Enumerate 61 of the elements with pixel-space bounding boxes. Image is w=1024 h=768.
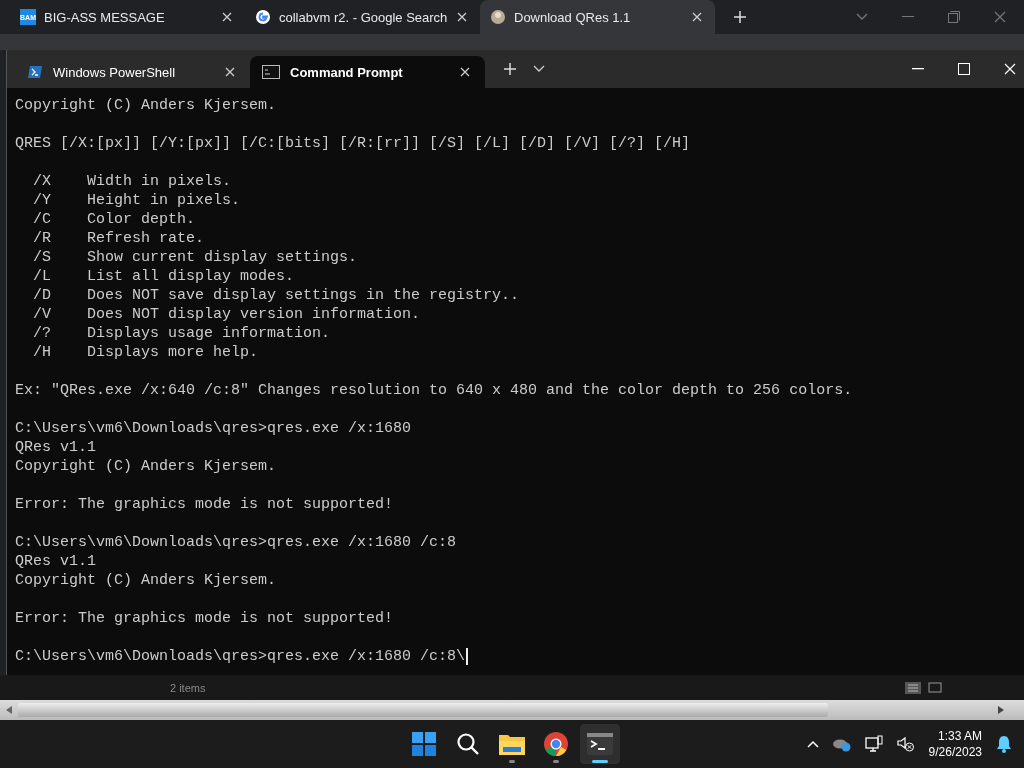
avatar-icon (490, 9, 506, 25)
terminal-line: /H Displays more help. (32, 343, 260, 362)
maximize-icon[interactable] (958, 63, 970, 75)
terminal-tab[interactable]: Command Prompt (250, 56, 485, 88)
tab-close-icon[interactable] (224, 66, 236, 78)
terminal-line: /L List all display modes. (32, 267, 296, 286)
clock-time[interactable]: 1:33 AM (937, 728, 982, 744)
details-view-icon[interactable] (905, 681, 922, 694)
terminal-line: /D Does NOT save display settings in the registry.. (32, 286, 521, 305)
terminal-line: /V Does NOT display version information. (32, 305, 422, 324)
terminal-line: QRes v1.1 (15, 552, 97, 571)
scrollbar-thumb[interactable] (18, 703, 828, 717)
dropdown-icon[interactable] (533, 65, 545, 73)
command-input[interactable]: C:\Users\vm6\Downloads\qres>qres.exe /x:1680 /c:8\ (15, 647, 466, 666)
terminal-tab[interactable]: Windows PowerShell (15, 56, 250, 88)
browser-tab[interactable]: collabvm r2. - Google Search (245, 0, 480, 34)
status-text: 2 items (170, 681, 206, 694)
terminal-line: Copyright (C) Anders Kjersem. (15, 571, 278, 590)
chrome-icon[interactable] (544, 732, 568, 756)
terminal-line: /C Color depth. (32, 210, 197, 229)
scroll-left-icon[interactable] (6, 706, 12, 714)
terminal-line: C:\Users\vm6\Downloads\qres>qres.exe /x:1680 /c:8 (15, 533, 458, 552)
network-icon[interactable] (864, 735, 883, 753)
command-prompt-icon (262, 65, 280, 79)
google-icon (255, 9, 271, 25)
terminal-icon[interactable] (587, 733, 613, 755)
new-tab-icon[interactable] (733, 10, 747, 24)
minimize-icon[interactable] (912, 68, 924, 70)
terminal-line: C:\Users\vm6\Downloads\qres>qres.exe /x:1680 (15, 419, 413, 438)
tab-search-icon[interactable] (856, 13, 868, 21)
new-tab-icon[interactable] (503, 62, 517, 76)
tab-close-icon[interactable] (459, 66, 471, 78)
chevron-up-icon[interactable] (806, 740, 819, 748)
tiles-view-icon[interactable] (927, 681, 944, 694)
volume-muted-icon[interactable] (896, 736, 915, 752)
clock-date[interactable]: 9/26/2023 (928, 744, 982, 760)
terminal-line: Ex: "QRes.exe /x:640 /c:8" Changes resolution to 640 x 480 and the color depth to 256 colors. (15, 381, 854, 400)
restore-icon[interactable] (948, 11, 960, 23)
browser-tab[interactable]: Download QRes 1.1 (480, 0, 715, 34)
terminal-line: QRES [/X:[px]] [/Y:[px]] [/C:[bits] [/R:[rr]] [/S] [/L] [/D] [/V] [/?] [/H] (15, 134, 692, 153)
powershell-icon (27, 65, 43, 79)
terminal-line: /S Show current display settings. (32, 248, 359, 267)
minimize-icon[interactable] (902, 16, 914, 18)
terminal-line: QRes v1.1 (15, 438, 97, 457)
start-icon[interactable] (412, 732, 436, 756)
text-cursor (466, 648, 469, 665)
tab-close-icon[interactable] (691, 11, 703, 23)
terminal-line: Error: The graphics mode is not supported! (15, 495, 395, 514)
tab-close-icon[interactable] (456, 11, 468, 23)
tab-close-icon[interactable] (221, 11, 233, 23)
folder-icon[interactable] (499, 733, 525, 755)
terminal-line: /X Width in pixels. (32, 172, 233, 191)
terminal-line: Error: The graphics mode is not supported! (15, 609, 395, 628)
terminal-line: /? Displays usage information. (32, 324, 332, 343)
terminal-line: /Y Height in pixels. (32, 191, 242, 210)
bell-icon[interactable] (996, 735, 1012, 753)
scroll-right-icon[interactable] (998, 706, 1004, 714)
terminal-line: Copyright (C) Anders Kjersem. (15, 457, 278, 476)
terminal-line: /R Refresh rate. (32, 229, 206, 248)
terminal-line: Copyright (C) Anders Kjersem. (15, 96, 278, 115)
search-icon[interactable] (456, 732, 480, 756)
